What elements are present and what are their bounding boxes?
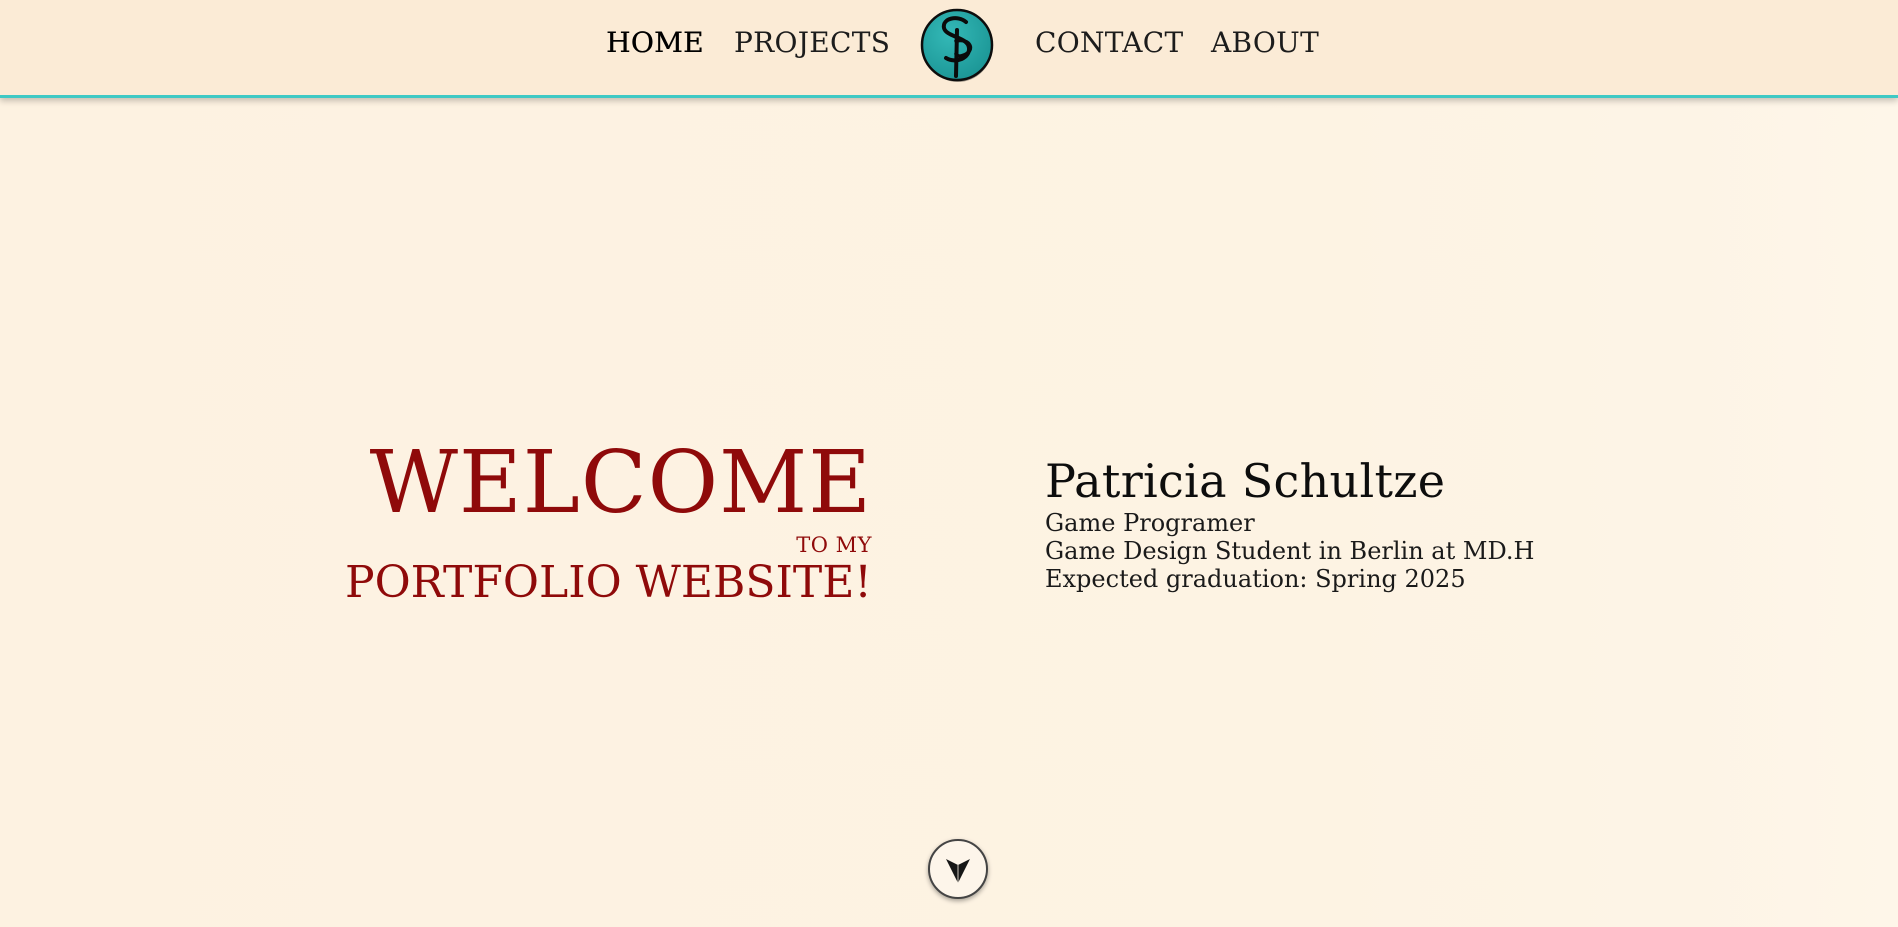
welcome-subtitle: PORTFOLIO WEBSITE! — [345, 557, 872, 608]
nav-home-link[interactable]: HOME — [606, 26, 704, 60]
sp-monogram-logo-icon[interactable] — [920, 8, 996, 84]
scroll-down-button[interactable] — [928, 839, 988, 899]
arrow-down-icon — [946, 859, 970, 883]
welcome-to-my: TO MY — [796, 533, 872, 557]
bio-graduation: Expected graduation: Spring 2025 — [1045, 565, 1466, 593]
welcome-heading: WELCOME TO MY PORTFOLIO WEBSITE! — [345, 435, 872, 609]
bio-study: Game Design Student in Berlin at MD.H — [1045, 537, 1535, 565]
navbar: HOME PROJECTS CONTACT ABOUT — [0, 0, 1898, 98]
bio-role: Game Programer — [1045, 509, 1255, 537]
nav-projects-link[interactable]: PROJECTS — [734, 26, 890, 60]
nav-contact-link[interactable]: CONTACT — [1035, 26, 1183, 60]
nav-about-link[interactable]: ABOUT — [1211, 26, 1319, 60]
bio-section: Patricia Schultze Game Programer Game De… — [1045, 453, 1534, 593]
welcome-title: WELCOME — [369, 433, 872, 533]
bio-name: Patricia Schultze — [1045, 454, 1446, 508]
